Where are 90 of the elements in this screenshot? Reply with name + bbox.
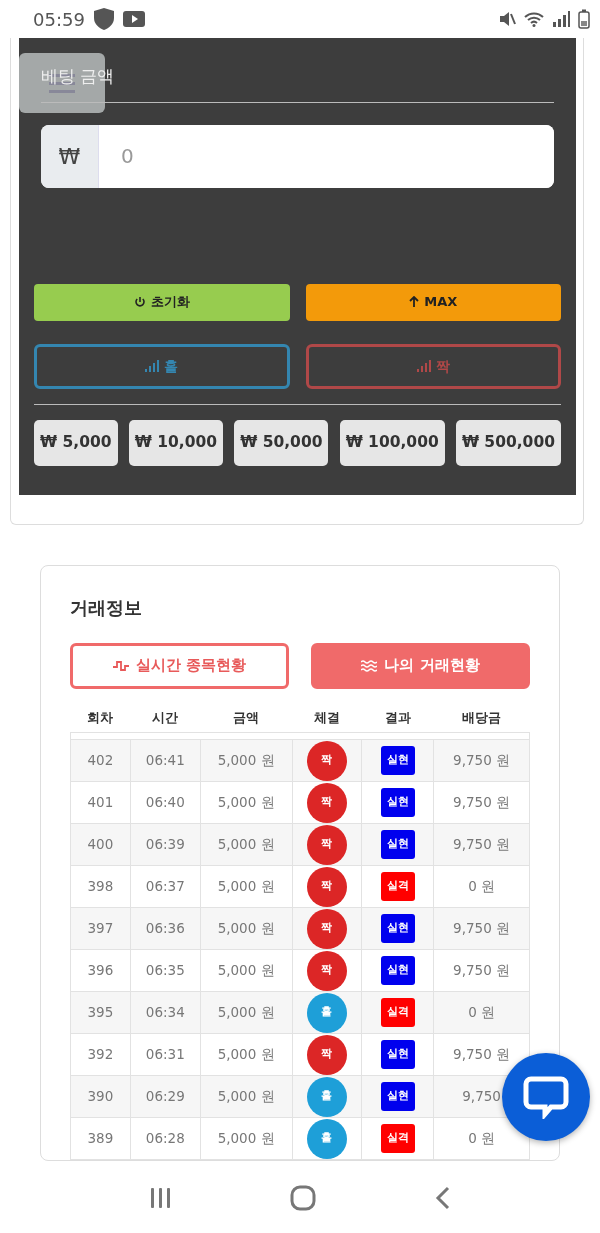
home-icon[interactable] [290, 1185, 316, 1211]
result-badge: 실현 [380, 914, 415, 943]
table-cell: 5,000 원 [200, 739, 292, 782]
table-cell: 389 [70, 1117, 131, 1160]
column-header: 결과 [361, 702, 434, 733]
recent-apps-icon[interactable] [149, 1187, 172, 1209]
table-cell: 06:41 [130, 739, 201, 782]
currency-label: ₩ [41, 124, 99, 188]
table-cell: 5,000 원 [200, 1075, 292, 1118]
result-badge: 실격 [380, 872, 415, 901]
amount-chip-button[interactable]: ₩ 500,000 [455, 419, 561, 466]
table-cell: 5,000 원 [200, 907, 292, 950]
table-cell: 06:35 [130, 949, 201, 992]
chat-icon [523, 1075, 569, 1119]
table-cell: 390 [70, 1075, 131, 1118]
pick-badge: 짝 [306, 824, 347, 865]
shield-icon [92, 7, 115, 31]
table-cell: 06:29 [130, 1075, 201, 1118]
result-badge: 실현 [380, 788, 415, 817]
reset-button[interactable]: 초기화 [34, 283, 290, 321]
table-cell: 06:39 [130, 823, 201, 866]
amount-chip-button[interactable]: ₩ 5,000 [34, 419, 118, 466]
back-icon[interactable] [434, 1186, 451, 1210]
pick-badge: 홀 [306, 1076, 347, 1117]
column-header: 체결 [292, 702, 362, 733]
column-header: 회차 [70, 702, 131, 733]
table-cell: 5,000 원 [200, 1117, 292, 1160]
table-cell: 5,000 원 [200, 949, 292, 992]
mute-icon [498, 10, 516, 28]
battery-icon [578, 9, 590, 29]
table-cell: 06:36 [130, 907, 201, 950]
table-cell: 5,000 원 [200, 823, 292, 866]
table-cell: 9,750 원 [433, 823, 530, 866]
card-title: 거래정보 [70, 595, 143, 620]
pick-badge: 홀 [306, 992, 347, 1033]
column-header: 시간 [130, 702, 201, 733]
arrow-up-icon [409, 296, 420, 308]
play-icon [122, 11, 145, 27]
result-badge: 실현 [380, 956, 415, 985]
table-cell: 401 [70, 781, 131, 824]
pick-badge: 짝 [306, 866, 347, 907]
table-cell: 392 [70, 1033, 131, 1076]
signal-icon [552, 11, 570, 27]
table-cell: 5,000 원 [200, 865, 292, 908]
pick-badge: 홀 [306, 1118, 347, 1159]
table-cell: 9,750 원 [433, 739, 530, 782]
table-cell: 395 [70, 991, 131, 1034]
column-header: 금액 [200, 702, 292, 733]
table-cell: 400 [70, 823, 131, 866]
pick-badge: 짝 [306, 782, 347, 823]
table-cell: 5,000 원 [200, 991, 292, 1034]
table-cell: 06:31 [130, 1033, 201, 1076]
table-cell: 402 [70, 739, 131, 782]
table-cell: 5,000 원 [200, 1033, 292, 1076]
status-time: 05:59 [33, 7, 85, 32]
table-cell: 5,000 원 [200, 781, 292, 824]
signal-bars-icon [145, 360, 160, 372]
table-cell: 06:37 [130, 865, 201, 908]
result-badge: 실현 [380, 1040, 415, 1069]
table-cell: 0 원 [433, 865, 530, 908]
result-badge: 실현 [380, 746, 415, 775]
table-cell: 9,750 원 [433, 781, 530, 824]
amount-field[interactable]: ₩ 0 [41, 124, 554, 188]
pulse-icon [112, 659, 129, 672]
amount-chip-button[interactable]: ₩ 10,000 [128, 419, 223, 466]
result-badge: 실현 [380, 830, 415, 859]
power-icon [133, 296, 146, 308]
pick-badge: 짝 [306, 1034, 347, 1075]
amount-chip-button[interactable]: ₩ 100,000 [339, 419, 445, 466]
pick-badge: 짝 [306, 908, 347, 949]
result-badge: 실격 [380, 1124, 415, 1153]
table-cell: 06:28 [130, 1117, 201, 1160]
table-cell: 396 [70, 949, 131, 992]
pick-badge: 짝 [306, 950, 347, 991]
table-cell: 06:40 [130, 781, 201, 824]
table-cell: 397 [70, 907, 131, 950]
pick-badge: 짝 [306, 740, 347, 781]
max-button[interactable]: MAX [305, 283, 561, 321]
wifi-icon [524, 11, 544, 27]
signal-bars-icon [416, 360, 431, 372]
table-cell: 398 [70, 865, 131, 908]
waves-icon [361, 659, 378, 672]
column-header: 배당금 [433, 702, 530, 733]
amount-chip-button[interactable]: ₩ 50,000 [234, 419, 329, 466]
table-cell: 06:34 [130, 991, 201, 1034]
table-cell: 9,750 원 [433, 907, 530, 950]
table-cell: 0 원 [433, 991, 530, 1034]
result-badge: 실현 [380, 1082, 415, 1111]
table-cell: 9,750 원 [433, 949, 530, 992]
result-badge: 실격 [380, 998, 415, 1027]
